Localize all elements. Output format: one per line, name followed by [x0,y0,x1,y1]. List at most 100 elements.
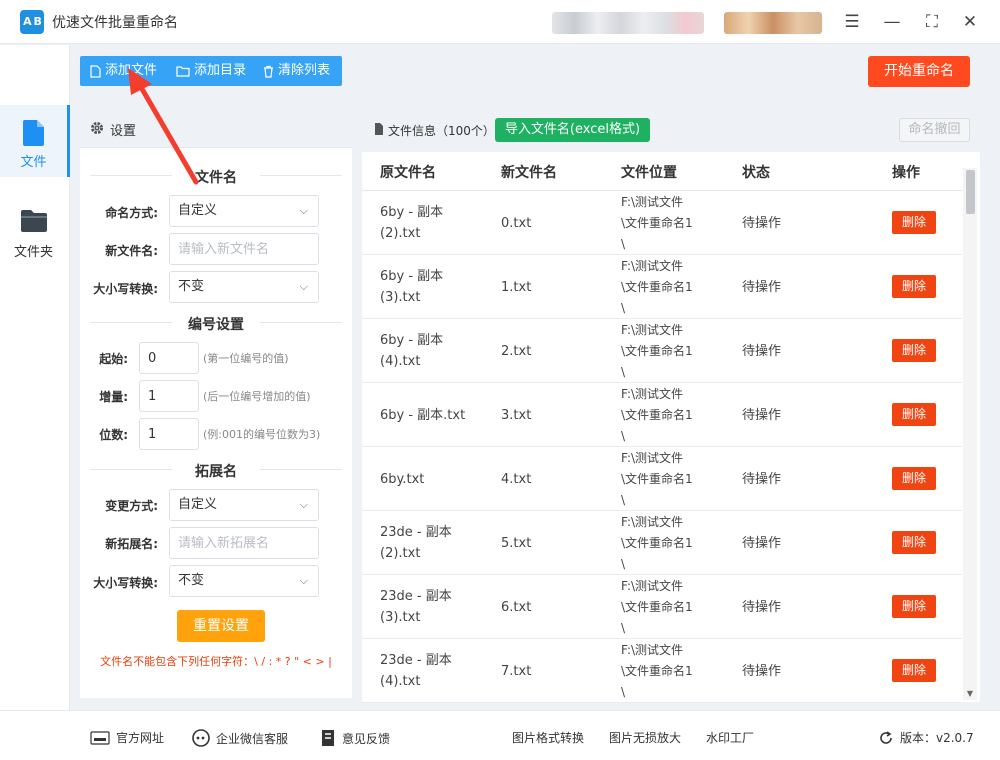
step-number-input[interactable] [139,380,199,412]
version-label: 版本：v2.0.7 [900,731,974,745]
step-hint: (后一位编号增加的值) [203,390,311,403]
delete-button[interactable]: 删除 [892,531,936,554]
new-ext-label: 新拓展名: [105,537,158,551]
table-row[interactable]: 6by - 副本 (3).txt 1.txt F:\测试文件 \文件重命名1 \ 待操… [362,255,962,319]
wechat-support-link[interactable]: 企业微信客服 [192,729,288,747]
numbering-section-title: 编号设置 [188,317,244,333]
table-row[interactable]: 23de - 副本 (2).txt 5.txt F:\测试文件 \文件重命名1 \ 待… [362,511,962,575]
ext-mode-select[interactable]: 自定义 ⌵ [169,489,319,521]
scrollbar-thumb[interactable] [966,170,975,214]
original-name-cell: 6by - 副本 (4).txt [380,333,444,369]
undo-rename-button[interactable]: 命名撤回 [899,118,970,142]
delete-button[interactable]: 删除 [892,275,936,298]
digits-label: 位数: [99,428,128,442]
file-small-icon [375,123,383,135]
location-cell: F:\测试文件 \文件重命名1 \ [621,323,693,379]
wechat-label: 企业微信客服 [216,731,289,746]
app-title: 优速文件批量重命名 [52,15,178,31]
status-cell: 待操作 [742,664,782,679]
clear-list-button[interactable]: 清除列表 [263,56,330,86]
feedback-link[interactable]: 意见反馈 [320,729,390,747]
scrollbar[interactable]: ▼ [963,168,977,700]
settings-panel: 设置 文件名 命名方式: 自定义 ⌵ 新文件名: 大小写转换: 不变 ⌵ 编号设… [80,108,352,698]
table-row[interactable]: 23de - 副本 (4).txt 7.txt F:\测试文件 \文件重命名1 \ 待… [362,639,962,703]
ext-case-select[interactable]: 不变 ⌵ [169,565,319,597]
original-name-cell: 23de - 副本 (4).txt [380,653,452,689]
original-name-cell: 6by - 副本 (3).txt [380,269,444,305]
watermark-label: 水印工厂 [706,731,755,745]
website-link[interactable]: 官方网址 [90,729,164,746]
feedback-label: 意见反馈 [342,731,391,746]
table-row[interactable]: 23de - 副本 (3).txt 6.txt F:\测试文件 \文件重命名1 \ 待… [362,575,962,639]
feedback-icon [322,730,334,746]
image-convert-label: 图片格式转换 [512,731,585,745]
delete-button[interactable]: 删除 [892,339,936,362]
maximize-button[interactable]: ⛶ [920,10,944,34]
sidebar-item-folder[interactable]: 文件夹 [0,195,70,267]
website-icon [90,730,110,745]
original-name-cell: 6by - 副本.txt [380,408,466,423]
delete-button[interactable]: 删除 [892,211,936,234]
add-file-button[interactable]: 添加文件 [90,56,157,86]
naming-mode-select[interactable]: 自定义 ⌵ [169,195,319,227]
add-folder-button[interactable]: 添加目录 [176,56,246,86]
app-logo: A B [20,10,44,34]
case-select[interactable]: 不变 ⌵ [169,271,319,303]
column-location: 文件位置 [621,165,677,181]
close-button[interactable]: ✕ [958,10,982,34]
new-name-cell: 6.txt [501,600,532,615]
sidebar-item-label: 文件夹 [13,245,53,260]
delete-button[interactable]: 删除 [892,403,936,426]
table-row[interactable]: 6by.txt 4.txt F:\测试文件 \文件重命名1 \ 待操作 删除 [362,447,962,511]
blurred-user-avatar[interactable] [724,12,822,34]
chevron-down-icon: ⌵ [299,574,308,587]
status-cell: 待操作 [742,216,782,231]
image-upscale-label: 图片无损放大 [609,731,682,745]
settings-header: 设置 [80,108,352,148]
delete-button[interactable]: 删除 [892,595,936,618]
step-label: 增量: [99,390,128,404]
table-row[interactable]: 6by - 副本 (4).txt 2.txt F:\测试文件 \文件重命名1 \ 待操… [362,319,962,383]
version-info[interactable]: 版本：v2.0.7 [878,729,974,746]
naming-mode-label: 命名方式: [105,206,158,220]
scroll-down-arrow[interactable]: ▼ [965,689,975,698]
website-label: 官方网址 [116,731,165,745]
table-row[interactable]: 6by - 副本.txt 3.txt F:\测试文件 \文件重命名1 \ 待操作 删除 [362,383,962,447]
delete-button[interactable]: 删除 [892,467,936,490]
table-row[interactable]: 6by - 副本 (2).txt 0.txt F:\测试文件 \文件重命名1 \ 待操… [362,191,962,255]
original-name-cell: 6by.txt [380,472,425,487]
reset-settings-button[interactable]: 重置设置 [177,610,265,642]
status-cell: 待操作 [742,344,782,359]
location-cell: F:\测试文件 \文件重命名1 \ [621,259,693,315]
start-number-input[interactable] [139,342,199,374]
settings-title: 设置 [110,124,137,139]
file-outline-icon [90,64,101,78]
menu-icon[interactable]: ☰ [840,10,864,34]
column-action: 操作 [892,165,920,181]
chevron-down-icon: ⌵ [299,498,308,511]
minimize-button[interactable]: — [880,10,904,34]
ext-mode-value: 自定义 [178,497,218,512]
new-name-cell: 3.txt [501,408,532,423]
start-rename-button[interactable]: 开始重命名 [868,56,970,87]
add-folder-label: 添加目录 [194,63,247,78]
new-name-input[interactable] [169,233,319,265]
digits-number-input[interactable] [139,418,199,450]
watermark-link[interactable]: 水印工厂 [706,729,754,746]
status-cell: 待操作 [742,536,782,551]
delete-button[interactable]: 删除 [892,659,936,682]
new-name-cell: 0.txt [501,216,532,231]
column-new-name: 新文件名 [501,165,557,181]
trash-icon [264,65,273,78]
ext-case-value: 不变 [178,573,205,588]
import-excel-button[interactable]: 导入文件名(excel格式) [495,118,650,142]
digits-hint: (例:001的编号位数为3) [203,428,321,441]
sidebar-item-file[interactable]: 文件 [0,105,70,177]
new-name-cell: 2.txt [501,344,532,359]
new-name-cell: 5.txt [501,536,532,551]
new-extension-input[interactable] [169,527,319,559]
file-icon [23,120,44,146]
ext-case-label: 大小写转换: [93,576,158,590]
image-upscale-link[interactable]: 图片无损放大 [609,729,681,746]
image-convert-link[interactable]: 图片格式转换 [512,729,584,746]
